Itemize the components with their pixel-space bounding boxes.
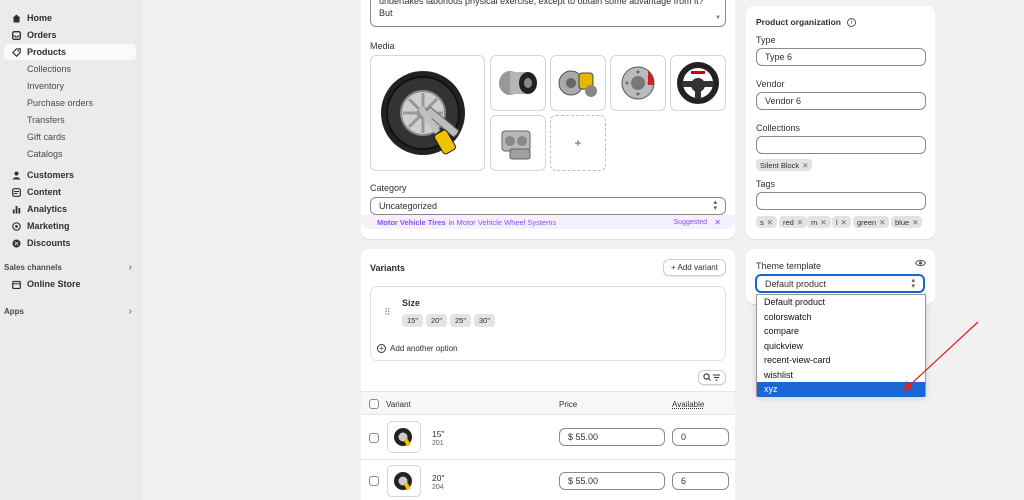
annotation-arrow [904, 321, 979, 391]
